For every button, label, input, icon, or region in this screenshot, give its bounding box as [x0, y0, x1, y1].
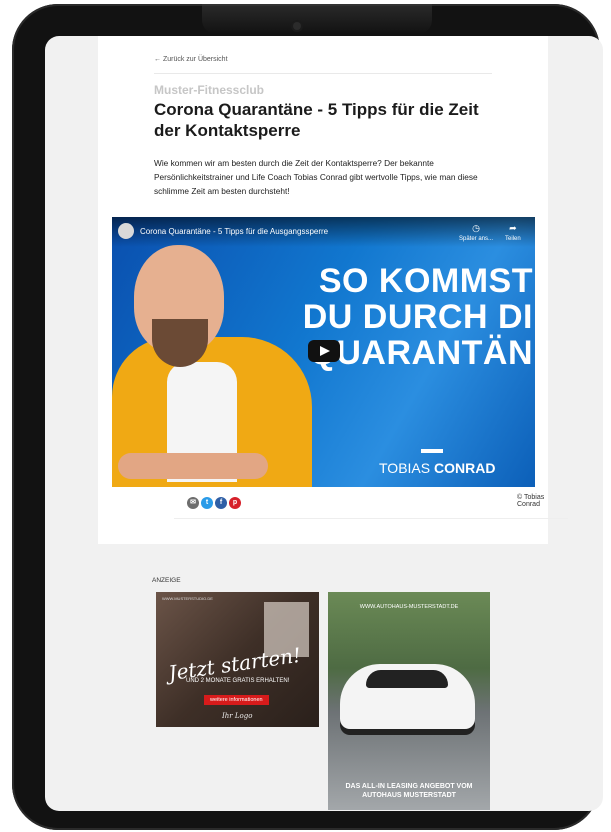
video-thumbnail-person	[112, 237, 322, 487]
channel-avatar[interactable]	[118, 223, 134, 239]
club-name: Muster-Fitnessclub	[154, 83, 265, 97]
mail-icon[interactable]: ✉	[187, 497, 199, 509]
facebook-icon[interactable]: f	[215, 497, 227, 509]
video-title[interactable]: Corona Quarantäne - 5 Tipps für die Ausg…	[140, 227, 328, 236]
play-button[interactable]	[308, 340, 340, 362]
thumbnail-headline-line: DU DURCH DI	[302, 298, 533, 336]
video-player[interactable]: Corona Quarantäne - 5 Tipps für die Ausg…	[112, 217, 535, 487]
thumbnail-name: TOBIAS CONRAD	[379, 460, 495, 476]
share-arrow-icon: ➦	[509, 223, 517, 233]
ad-url: WWW.MUSTERSTUDIO.DE	[162, 596, 213, 601]
ad-subline: UND 2 MONATE GRATIS ERHALTEN!	[186, 678, 290, 684]
front-camera	[293, 22, 301, 30]
arm-shape	[118, 453, 268, 479]
clock-icon: ◷	[472, 223, 480, 233]
share-video-button[interactable]: ➦ Teilen	[505, 223, 521, 242]
more-info-button[interactable]: weitere informationen	[204, 695, 269, 705]
article-title: Corona Quarantäne - 5 Tipps für die Zeit…	[154, 100, 479, 140]
article-lead: Wie kommen wir am besten durch die Zeit …	[154, 158, 478, 196]
watch-later-label: Später ans...	[459, 236, 494, 242]
share-video-label: Teilen	[505, 236, 521, 242]
ad-url: WWW.AUTOHAUS-MUSTERSTADT.DE	[359, 604, 459, 610]
tablet-bezel-highlight	[202, 4, 432, 34]
twitter-icon[interactable]: t	[201, 497, 213, 509]
back-to-overview-link[interactable]: ← Zurück zur Übersicht	[154, 56, 228, 63]
tablet-frame: ← Zurück zur Übersicht Muster-Fitnessclu…	[12, 4, 603, 830]
tablet-screen: ← Zurück zur Übersicht Muster-Fitnessclu…	[45, 36, 603, 811]
divider	[154, 73, 492, 74]
name-accent-bar	[421, 449, 443, 453]
pinterest-icon[interactable]: p	[229, 497, 241, 509]
ad-logo: Ihr Logo	[222, 712, 253, 720]
name-first: TOBIAS	[379, 460, 434, 476]
share-buttons: ✉ t f p	[187, 497, 241, 509]
name-last: CONRAD	[433, 460, 496, 476]
watch-later-button[interactable]: ◷ Später ans...	[459, 223, 493, 242]
car-window-shape	[366, 670, 448, 688]
ad-fitness-banner[interactable]: WWW.MUSTERSTUDIO.DE Jetzt starten! UND 2…	[156, 592, 319, 727]
ad-label: ANZEIGE	[152, 577, 181, 584]
thumbnail-headline-line: SO KOMMST	[318, 262, 533, 300]
divider	[174, 518, 568, 519]
ad-cta-text: DAS ALL-IN LEASING ANGEBOT VOM AUTOHAUS …	[345, 783, 473, 799]
ad-car-leasing-banner[interactable]: WWW.AUTOHAUS-MUSTERSTADT.DE DAS ALL-IN L…	[328, 592, 490, 810]
video-copyright: © Tobias Conrad	[517, 494, 545, 508]
